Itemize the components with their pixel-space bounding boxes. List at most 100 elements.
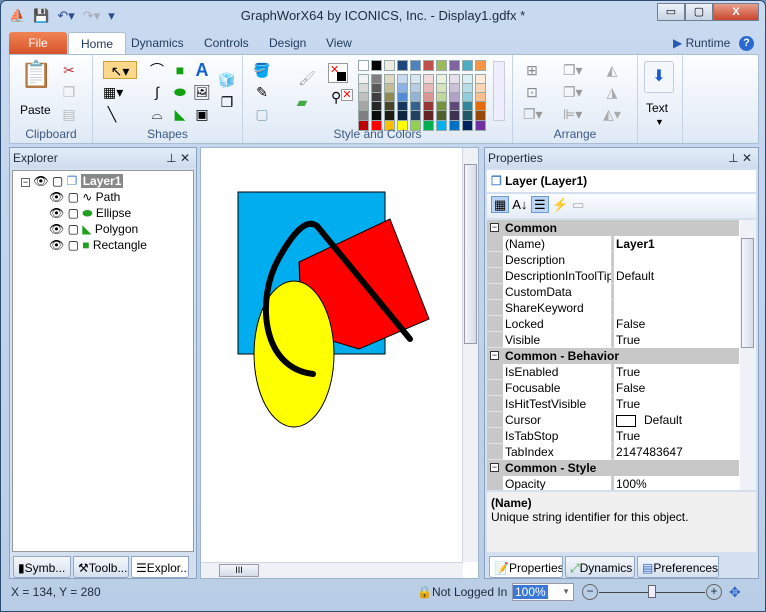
tree-item[interactable]: 👁 ▢ ⬬ Ellipse: [49, 205, 131, 221]
eyedropper-icon[interactable]: ⚲: [331, 89, 341, 106]
zoom-out-button[interactable]: −: [582, 584, 598, 600]
visibility-eye-icon[interactable]: 👁: [49, 190, 64, 204]
app-icon[interactable]: ⛵: [9, 8, 25, 24]
color-swatch[interactable]: [475, 60, 486, 71]
tab-file[interactable]: File: [9, 32, 67, 55]
visibility-eye-icon[interactable]: 👁: [49, 238, 64, 252]
embedded-display-icon[interactable]: ▣: [193, 105, 211, 123]
pages-icon[interactable]: ▭: [572, 197, 584, 212]
tab-view[interactable]: View: [314, 32, 364, 55]
no-color-icon[interactable]: ✕: [341, 89, 353, 101]
send-back-icon[interactable]: ❐▾: [563, 83, 583, 101]
pointer-tool-icon[interactable]: ↖▾: [103, 61, 137, 79]
align-icon[interactable]: ⊫▾: [563, 105, 582, 123]
property-category[interactable]: − Common - Style: [487, 460, 739, 476]
pen-icon[interactable]: ✎: [253, 83, 271, 101]
property-row[interactable]: Opacity 100%: [487, 476, 739, 490]
property-row[interactable]: IsEnabled True: [487, 364, 739, 380]
group-icon[interactable]: ⊞: [523, 61, 541, 79]
polyline-tool-icon[interactable]: ⌓: [148, 105, 166, 123]
vertical-scrollbar[interactable]: [462, 148, 478, 562]
curve-tool-icon[interactable]: ∫: [148, 83, 166, 101]
property-pages-icon[interactable]: ☰: [531, 196, 549, 213]
property-row[interactable]: IsHitTestVisible True: [487, 396, 739, 412]
tab-dynamics[interactable]: Dynamics: [119, 32, 196, 55]
control-tool-icon[interactable]: ▦▾: [103, 83, 123, 101]
paste-button[interactable]: Paste: [20, 103, 51, 117]
color-swatch[interactable]: [423, 60, 434, 71]
format-painter-icon[interactable]: ▤: [60, 105, 78, 123]
property-row[interactable]: Cursor Default: [487, 412, 739, 428]
brush-icon[interactable]: 🖌: [298, 69, 316, 87]
ungroup-icon[interactable]: ⊡: [523, 83, 541, 101]
ellipse-tool-icon[interactable]: ⬬: [171, 83, 189, 101]
tab-home[interactable]: Home: [68, 32, 127, 55]
property-row[interactable]: ShareKeyword: [487, 300, 739, 316]
zoom-in-button[interactable]: +: [706, 584, 722, 600]
horizontal-scrollbar[interactable]: III: [201, 562, 463, 578]
property-row[interactable]: (Name) Layer1: [487, 236, 739, 252]
property-row[interactable]: IsTabStop True: [487, 428, 739, 444]
tree-root[interactable]: − 👁 ▢ ❐ Layer1: [21, 173, 124, 189]
copy-icon[interactable]: ❐: [60, 83, 78, 101]
fill-icon[interactable]: 🪣: [253, 61, 271, 79]
property-row[interactable]: CustomData: [487, 284, 739, 300]
symbol-icon[interactable]: 🧊: [218, 71, 236, 89]
color-swatch[interactable]: [449, 60, 460, 71]
format-icon[interactable]: ▰: [293, 93, 311, 111]
text-dropdown-icon[interactable]: ⬇: [644, 61, 674, 93]
property-category[interactable]: − Common: [487, 220, 739, 236]
palette-scrollbar[interactable]: [493, 61, 505, 121]
effect-icon[interactable]: ▢: [253, 105, 271, 123]
help-icon[interactable]: ?: [739, 36, 754, 51]
property-row[interactable]: Description: [487, 252, 739, 268]
text-button[interactable]: Text: [646, 101, 668, 115]
order-icon[interactable]: ❐▾: [523, 105, 543, 123]
rectangle-tool-icon[interactable]: ■: [171, 61, 189, 79]
tab-controls[interactable]: Controls: [192, 32, 261, 55]
property-row[interactable]: Locked False: [487, 316, 739, 332]
property-scrollbar[interactable]: [740, 220, 756, 490]
color-swatch[interactable]: [358, 60, 369, 71]
visibility-eye-icon[interactable]: 👁: [49, 206, 64, 220]
line-tool-icon[interactable]: ╲: [103, 105, 121, 123]
mirror-icon[interactable]: ◭▾: [603, 105, 621, 123]
property-row[interactable]: Focusable False: [487, 380, 739, 396]
flip-icon[interactable]: ◭: [603, 61, 621, 79]
tree-item[interactable]: 👁 ▢ ∿ Path: [49, 189, 120, 205]
color-swatch[interactable]: [371, 60, 382, 71]
property-row[interactable]: DescriptionInToolTip Default: [487, 268, 739, 284]
customize-icon[interactable]: ▾: [108, 8, 115, 24]
fill-stroke-swatch[interactable]: ✕: [328, 63, 348, 83]
maximize-button[interactable]: ▢: [685, 3, 713, 21]
text-tool-icon[interactable]: A: [193, 61, 211, 79]
minimize-button[interactable]: ▭: [657, 3, 685, 21]
layer-icon[interactable]: ❐: [218, 93, 236, 111]
tab-toolbox[interactable]: ⚒Toolb...: [73, 556, 129, 578]
pin-close-icons[interactable]: ⊥ ✕: [728, 148, 752, 168]
property-category[interactable]: − Common - Behavior: [487, 348, 739, 364]
zoom-slider-thumb[interactable]: [648, 585, 656, 598]
tab-design[interactable]: Design: [257, 32, 318, 55]
layer-name[interactable]: Layer1: [80, 174, 124, 188]
image-tool-icon[interactable]: 🖼: [193, 83, 211, 101]
color-swatch[interactable]: [436, 60, 447, 71]
visibility-eye-icon[interactable]: 👁: [49, 222, 64, 236]
tree-item[interactable]: 👁 ▢ ◣ Polygon: [49, 221, 138, 237]
undo-icon[interactable]: ↶▾: [57, 8, 74, 24]
save-icon[interactable]: 💾: [33, 8, 49, 24]
cut-icon[interactable]: ✂: [60, 61, 78, 79]
zoom-select[interactable]: 100% ▼: [512, 583, 574, 601]
events-icon[interactable]: ⚡: [552, 197, 568, 212]
tab-properties[interactable]: 📝Properties: [489, 556, 563, 578]
tab-explorer[interactable]: ☰Explor...: [131, 556, 189, 578]
visibility-eye-icon[interactable]: 👁: [33, 174, 48, 188]
color-swatch[interactable]: [397, 60, 408, 71]
color-swatch[interactable]: [384, 60, 395, 71]
color-swatch[interactable]: [462, 60, 473, 71]
close-button[interactable]: X: [713, 3, 759, 21]
polygon-tool-icon[interactable]: ◣: [171, 105, 189, 123]
alphabetical-icon[interactable]: A↓: [512, 197, 527, 212]
tab-symbols[interactable]: ▮Symb...: [13, 556, 71, 578]
tree-item[interactable]: 👁 ▢ ■ Rectangle: [49, 237, 147, 253]
